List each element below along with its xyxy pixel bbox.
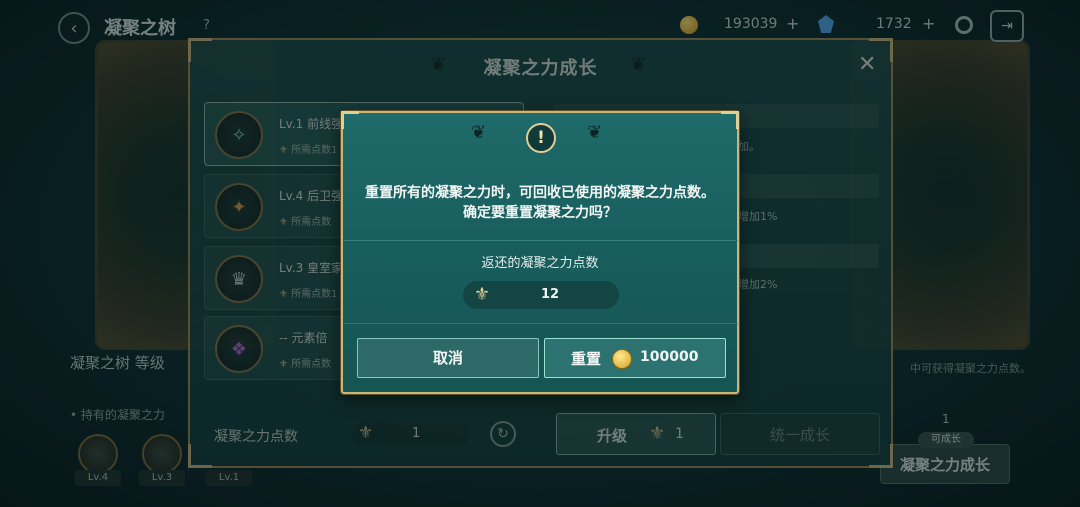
- divider: [344, 240, 738, 241]
- fleur-de-lis-icon: ⚜: [473, 284, 491, 305]
- divider: [344, 323, 738, 324]
- leaf-ornament-icon: ❦: [587, 122, 603, 143]
- message-line: 确定要重置凝聚之力吗？: [463, 205, 617, 221]
- message-line: 重置所有的凝聚之力时，可回收已使用的凝聚之力点数。: [365, 185, 715, 201]
- refund-value: 12: [541, 287, 560, 302]
- reset-label: 重置: [571, 350, 602, 368]
- cancel-button[interactable]: 取消: [357, 338, 539, 378]
- cancel-label: 取消: [432, 349, 463, 367]
- reset-cost: 100000: [640, 349, 699, 365]
- dialog-header: ❦ ❦ !: [341, 111, 739, 153]
- reset-confirm-dialog: ❦ ❦ ! 重置所有的凝聚之力时，可回收已使用的凝聚之力点数。 确定要重置凝聚之…: [341, 111, 739, 394]
- dialog-corner-ornament: [721, 111, 739, 129]
- gold-coin-icon: [612, 349, 632, 369]
- reset-button[interactable]: 重置 100000: [544, 338, 726, 378]
- leaf-ornament-icon: ❦: [471, 122, 487, 143]
- dialog-message: 重置所有的凝聚之力时，可回收已使用的凝聚之力点数。 确定要重置凝聚之力吗？: [343, 183, 737, 223]
- refund-label: 返还的凝聚之力点数: [481, 256, 599, 271]
- exclamation-icon: !: [526, 123, 556, 153]
- dialog-corner-ornament: [341, 111, 359, 129]
